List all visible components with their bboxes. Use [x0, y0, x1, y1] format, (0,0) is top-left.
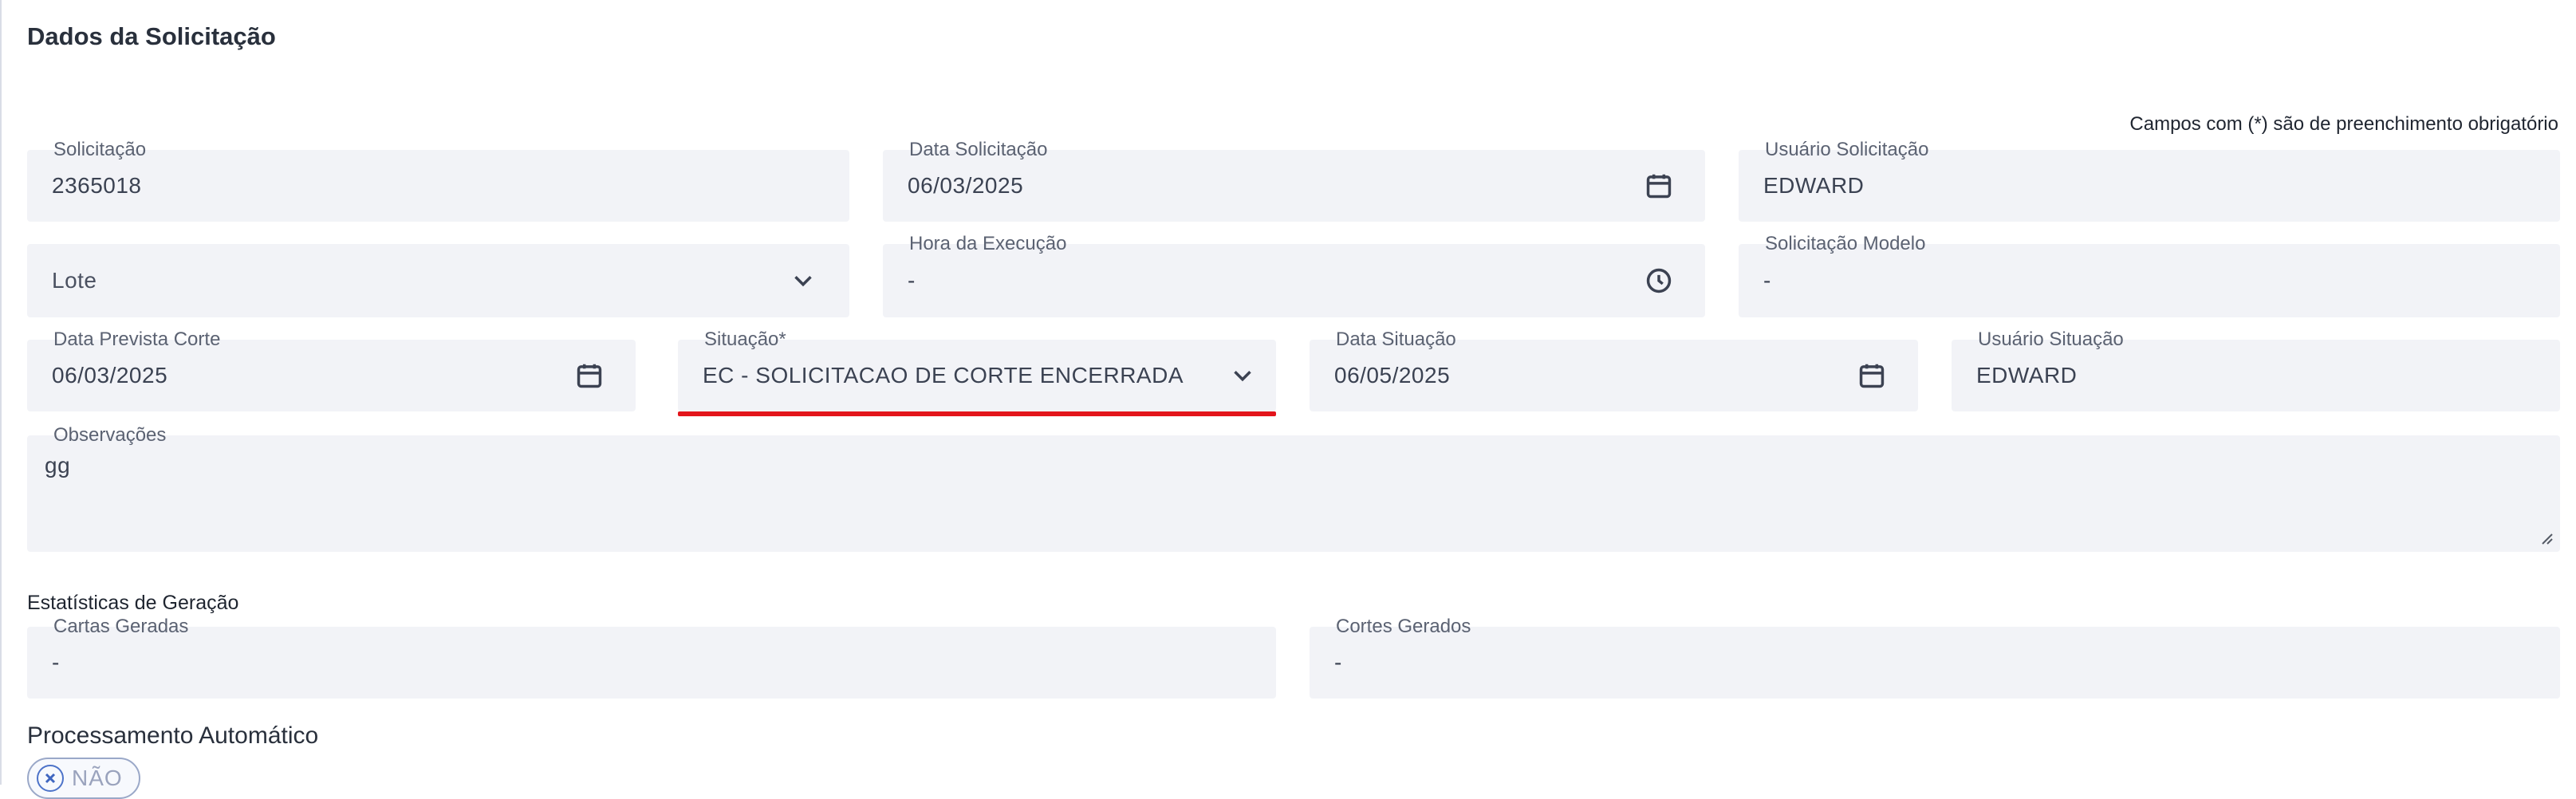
cartas-geradas-value: - [52, 650, 60, 675]
calendar-icon[interactable] [1856, 360, 1888, 392]
data-solicitacao-value: 06/03/2025 [908, 173, 1024, 198]
cartas-geradas-field[interactable]: Cartas Geradas - [27, 616, 1276, 699]
resize-handle-icon[interactable] [2538, 529, 2554, 545]
data-situacao-field[interactable]: Data Situação 06/05/2025 [1310, 329, 1918, 411]
clock-icon[interactable] [1643, 265, 1675, 297]
usuario-situacao-value: EDWARD [1976, 363, 2078, 388]
data-situacao-value: 06/05/2025 [1334, 363, 1451, 388]
data-solicitacao-field[interactable]: Data Solicitação 06/03/2025 [883, 139, 1705, 222]
close-icon [37, 765, 64, 792]
situacao-select[interactable]: Situação* EC - SOLICITACAO DE CORTE ENCE… [678, 329, 1276, 416]
cortes-gerados-field[interactable]: Cortes Gerados - [1310, 616, 2560, 699]
observacoes-value: gg [45, 453, 71, 478]
data-prevista-corte-value: 06/03/2025 [52, 363, 168, 388]
calendar-icon[interactable] [1643, 170, 1675, 202]
usuario-solicitacao-value: EDWARD [1763, 173, 1865, 198]
section-title: Dados da Solicitação [27, 22, 276, 50]
solicitacao-modelo-label: Solicitação Modelo [1763, 233, 1928, 255]
lote-select[interactable]: Lote [27, 244, 849, 317]
situacao-error-underline [678, 411, 1276, 416]
cortes-gerados-value: - [1334, 650, 1342, 675]
usuario-situacao-field[interactable]: Usuário Situação EDWARD [1952, 329, 2560, 411]
calendar-icon[interactable] [573, 360, 605, 392]
form-page: Dados da Solicitação Campos com (*) são … [0, 0, 2576, 799]
toggle-text: NÃO [72, 766, 123, 790]
processamento-automatico-label: Processamento Automático [27, 722, 319, 749]
situacao-value: EC - SOLICITACAO DE CORTE ENCERRADA [703, 363, 1184, 388]
chevron-down-icon[interactable] [787, 265, 819, 297]
observacoes-textarea[interactable]: Observações gg [27, 424, 2560, 552]
hora-execucao-value: - [908, 268, 916, 293]
cartas-geradas-label: Cartas Geradas [52, 616, 191, 638]
cortes-gerados-label: Cortes Gerados [1334, 616, 1473, 638]
hora-execucao-field[interactable]: Hora da Execução - [883, 233, 1705, 317]
estatisticas-heading: Estatísticas de Geração [27, 592, 239, 614]
data-prevista-corte-field[interactable]: Data Prevista Corte 06/03/2025 [27, 329, 636, 411]
solicitacao-field[interactable]: Solicitação 2365018 [27, 139, 849, 222]
solicitacao-modelo-field[interactable]: Solicitação Modelo - [1739, 233, 2560, 317]
observacoes-label: Observações [52, 424, 168, 447]
usuario-solicitacao-field[interactable]: Usuário Solicitação EDWARD [1739, 139, 2560, 222]
solicitacao-value: 2365018 [52, 173, 142, 198]
hora-execucao-label: Hora da Execução [908, 233, 1069, 255]
lote-placeholder: Lote [52, 268, 97, 293]
required-fields-note: Campos com (*) são de preenchimento obri… [2129, 113, 2558, 135]
solicitacao-modelo-value: - [1763, 268, 1771, 293]
processamento-automatico-toggle[interactable]: NÃO [27, 758, 140, 799]
chevron-down-icon[interactable] [1227, 360, 1258, 392]
